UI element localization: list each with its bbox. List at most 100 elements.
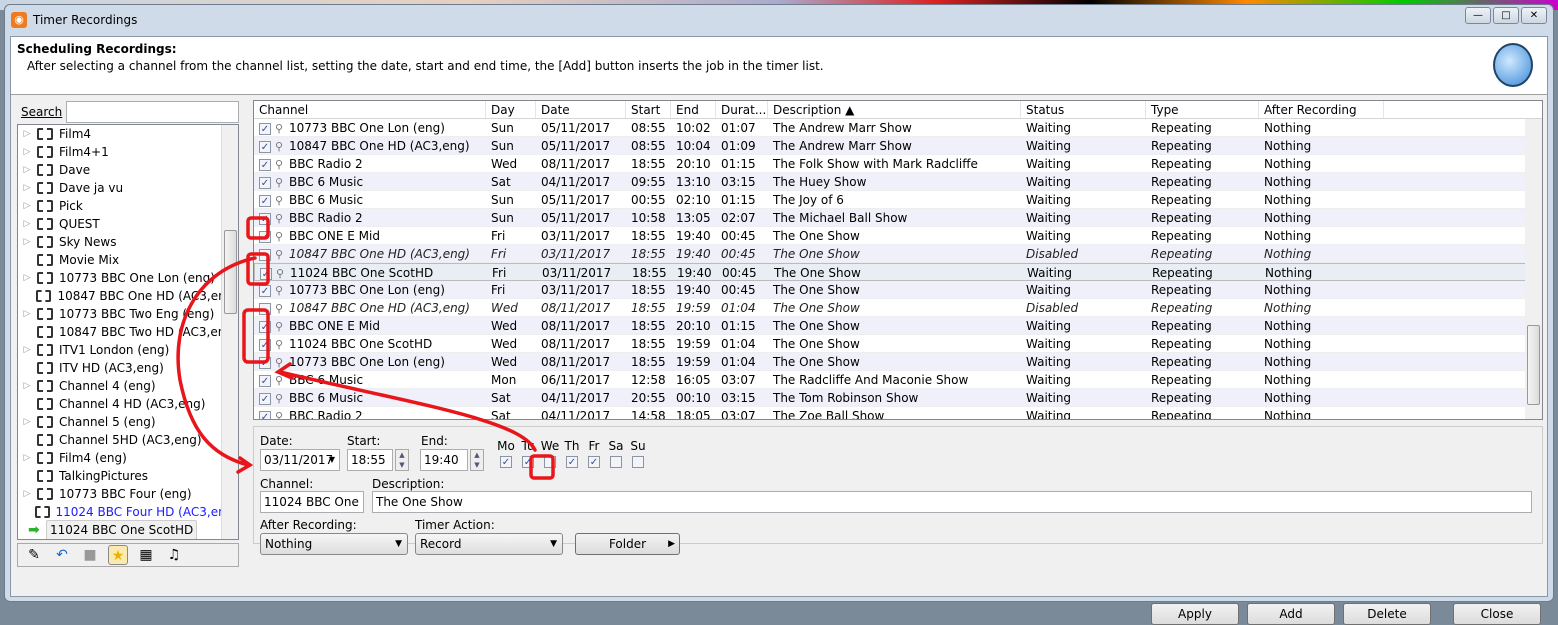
column-header[interactable]: After Recording [1259, 101, 1384, 118]
end-spinner[interactable]: ▲ ▼ [470, 449, 484, 471]
channel-item[interactable]: ▷ ITV1 London (eng) [18, 341, 238, 359]
channel-item[interactable]: ▷ QUEST [18, 215, 238, 233]
enabled-checkbox[interactable]: ✓ [259, 392, 271, 405]
channel-item[interactable]: ▷ Sky News [18, 233, 238, 251]
enabled-checkbox[interactable]: ✓ [259, 158, 271, 171]
day-checkbox[interactable] [632, 456, 644, 468]
enabled-checkbox[interactable]: ✓ [259, 212, 271, 225]
apply-button[interactable]: Apply [1151, 603, 1239, 625]
expand-icon[interactable]: ▷ [21, 341, 33, 359]
stop-icon[interactable]: ■ [80, 545, 100, 565]
expand-icon[interactable]: ▷ [21, 485, 33, 503]
enabled-checkbox[interactable]: ✓ [260, 267, 272, 280]
expand-icon[interactable]: ▷ [21, 179, 33, 197]
day-checkbox[interactable]: ✓ [522, 456, 534, 468]
enabled-checkbox[interactable]: ✓ [259, 356, 271, 369]
date-picker[interactable]: 03/11/2017 ▼ [260, 449, 340, 471]
column-header[interactable]: Day [486, 101, 536, 118]
table-row[interactable]: ✓ ⚲ 10773 BBC One Lon (eng) Wed 08/11/2017 18… [254, 353, 1542, 371]
table-row[interactable]: ✓ ⚲ 10773 BBC One Lon (eng) Sun 05/11/2017 08… [254, 119, 1542, 137]
delete-button[interactable]: Delete [1343, 603, 1431, 625]
table-row[interactable]: ⚲ 10847 BBC One HD (AC3,eng) Wed 08/11/2017… [254, 299, 1542, 317]
channel-item[interactable]: 11024 BBC Four HD (AC3,eng) [18, 503, 238, 521]
channel-input[interactable]: 11024 BBC One ScotHD [260, 491, 364, 513]
expand-icon[interactable]: ▷ [21, 161, 33, 179]
enabled-checkbox[interactable]: ✓ [259, 374, 271, 387]
maximize-button[interactable]: □ [1493, 7, 1519, 24]
close-window-button[interactable]: ✕ [1521, 7, 1547, 24]
enabled-checkbox[interactable]: ✓ [259, 140, 271, 153]
table-row[interactable]: ✓ ⚲ BBC ONE E Mid Wed 08/11/2017 18:55 20:10 01… [254, 317, 1542, 335]
enabled-checkbox[interactable]: ✓ [259, 410, 271, 419]
channel-item[interactable]: Movie Mix [18, 251, 238, 269]
channel-item[interactable]: ➡ 11024 BBC One ScotHD [18, 520, 238, 539]
channel-item[interactable]: ▷ Film4 (eng) [18, 449, 238, 467]
channel-item[interactable]: ▷ Pick [18, 197, 238, 215]
table-row[interactable]: ✓ ⚲ BBC 6 Music Mon 06/11/2017 12:58 16:05 03:0… [254, 371, 1542, 389]
enabled-checkbox[interactable]: ✓ [259, 122, 271, 135]
enabled-checkbox[interactable]: ✓ [259, 176, 271, 189]
column-header[interactable]: Durat... [716, 101, 768, 118]
day-checkbox[interactable]: ✓ [566, 456, 578, 468]
table-row[interactable]: ✓ ⚲ 10773 BBC One Lon (eng) Fri 03/11/2017 18… [254, 281, 1542, 299]
expand-icon[interactable]: ▷ [21, 305, 33, 323]
column-header[interactable]: Description ▲ [768, 101, 1021, 118]
channel-item[interactable]: ▷ 10773 BBC Four (eng) [18, 485, 238, 503]
column-header[interactable]: Type [1146, 101, 1259, 118]
column-header[interactable]: Start [626, 101, 671, 118]
channel-item[interactable]: ▷ 10773 BBC Two Eng (eng) [18, 305, 238, 323]
expand-icon[interactable]: ▷ [21, 233, 33, 251]
after-recording-select[interactable]: Nothing ▼ [260, 533, 408, 555]
end-time-input[interactable]: 19:40 [420, 449, 468, 471]
channel-item[interactable]: 10847 BBC Two HD (AC3,eng) [18, 323, 238, 341]
music-note-icon[interactable]: ♫ [164, 545, 184, 565]
description-input[interactable]: The One Show [372, 491, 1532, 513]
enabled-checkbox[interactable]: ✓ [259, 284, 271, 297]
enabled-checkbox[interactable]: ✓ [259, 320, 271, 333]
day-checkbox[interactable] [610, 456, 622, 468]
table-row[interactable]: ✓ ⚲ 10847 BBC One HD (AC3,eng) Sun 05/11/201… [254, 137, 1542, 155]
table-row[interactable]: ✓ ⚲ BBC Radio 2 Sun 05/11/2017 10:58 13:05 02:0… [254, 209, 1542, 227]
minimize-button[interactable]: — [1465, 7, 1491, 24]
column-header[interactable]: Status [1021, 101, 1146, 118]
channel-item[interactable]: ▷ Film4+1 [18, 143, 238, 161]
expand-icon[interactable]: ▷ [21, 269, 33, 287]
channel-item[interactable]: ▷ 10773 BBC One Lon (eng) [18, 269, 238, 287]
expand-icon[interactable]: ▷ [21, 215, 33, 233]
edit-icon[interactable]: ✎ [24, 545, 44, 565]
add-button[interactable]: Add [1247, 603, 1335, 625]
table-row[interactable]: ✓ ⚲ BBC 6 Music Sat 04/11/2017 09:55 13:10 03:1… [254, 173, 1542, 191]
expand-icon[interactable]: ▷ [21, 449, 33, 467]
table-row[interactable]: ✓ ⚲ BBC 6 Music Sun 05/11/2017 00:55 02:10 01:1… [254, 191, 1542, 209]
start-time-input[interactable]: 18:55 [347, 449, 393, 471]
undo-icon[interactable]: ↶ [52, 545, 72, 565]
expand-icon[interactable]: ▷ [21, 143, 33, 161]
tv-film-icon[interactable]: ▦ [136, 545, 156, 565]
day-checkbox[interactable] [544, 456, 556, 468]
table-row[interactable]: ✓ ⚲ BBC Radio 2 Sat 04/11/2017 14:58 18:05 03:0… [254, 407, 1542, 419]
channel-item[interactable]: ▷ Film4 [18, 125, 238, 143]
enabled-checkbox[interactable]: ✓ [259, 338, 271, 351]
channel-item[interactable]: ▷ Dave ja vu [18, 179, 238, 197]
column-header[interactable]: Date [536, 101, 626, 118]
table-row[interactable]: ✓ ⚲ 11024 BBC One ScotHD Fri 03/11/2017 18:55… [254, 263, 1542, 281]
channel-item[interactable]: Channel 5HD (AC3,eng) [18, 431, 238, 449]
enabled-checkbox[interactable]: ✓ [259, 230, 271, 243]
expand-icon[interactable]: ▷ [21, 125, 33, 143]
table-row[interactable]: ⚲ 10847 BBC One HD (AC3,eng) Fri 03/11/2017… [254, 245, 1542, 263]
timer-list-scrollbar[interactable] [1525, 119, 1542, 419]
channel-item[interactable]: ▷ Channel 5 (eng) [18, 413, 238, 431]
expand-icon[interactable]: ▷ [21, 413, 33, 431]
day-checkbox[interactable]: ✓ [588, 456, 600, 468]
channel-item[interactable]: ▷ Channel 4 (eng) [18, 377, 238, 395]
timer-action-select[interactable]: Record ▼ [415, 533, 563, 555]
channel-item[interactable]: ITV HD (AC3,eng) [18, 359, 238, 377]
expand-icon[interactable]: ▷ [21, 197, 33, 215]
day-checkbox[interactable]: ✓ [500, 456, 512, 468]
channel-item[interactable]: ▷ Dave [18, 161, 238, 179]
search-input[interactable] [66, 101, 239, 123]
table-row[interactable]: ✓ ⚲ BBC ONE E Mid Fri 03/11/2017 18:55 19:40 00… [254, 227, 1542, 245]
channel-item[interactable]: Channel 4 HD (AC3,eng) [18, 395, 238, 413]
close-button[interactable]: Close [1453, 603, 1541, 625]
column-header[interactable]: End [671, 101, 716, 118]
